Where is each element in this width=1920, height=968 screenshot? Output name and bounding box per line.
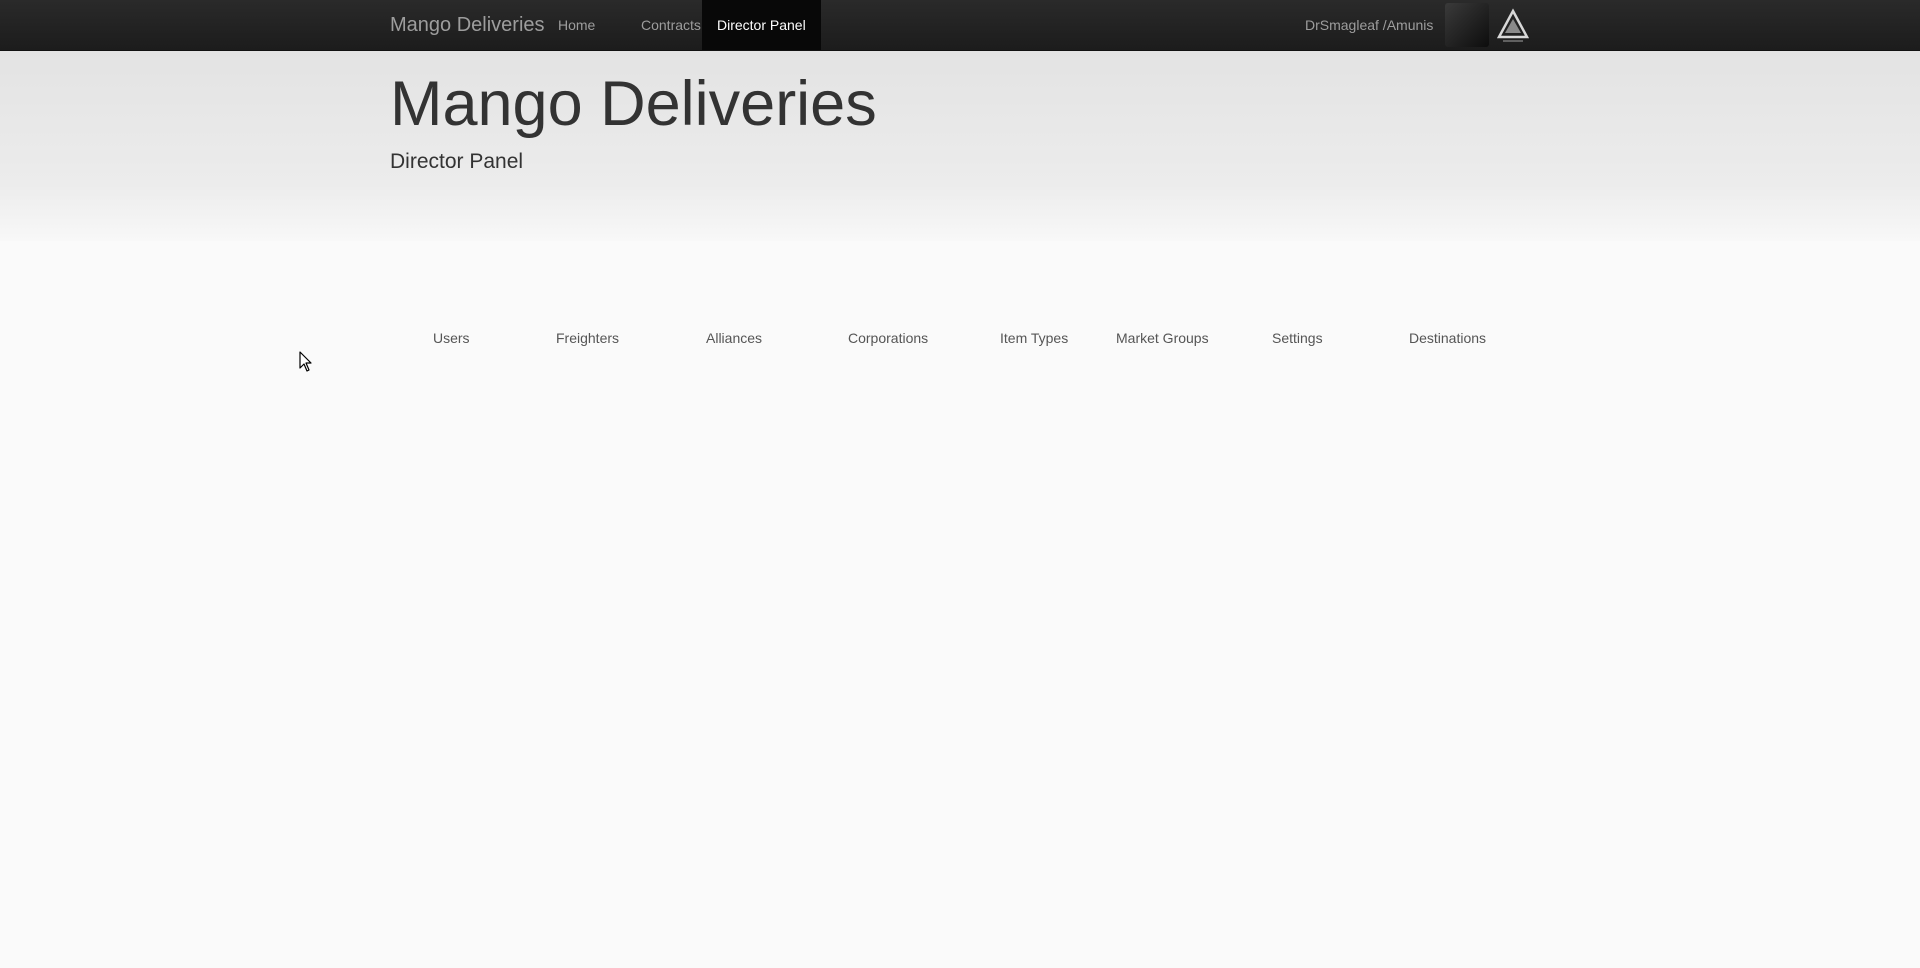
- mouse-cursor-icon: [299, 351, 312, 372]
- page-title: Mango Deliveries: [390, 69, 877, 139]
- tab-freighters[interactable]: Freighters: [556, 330, 619, 346]
- tab-settings[interactable]: Settings: [1272, 330, 1323, 346]
- user-name[interactable]: DrSmagleaf /Amunis: [1305, 0, 1433, 50]
- brand-link[interactable]: Mango Deliveries: [390, 0, 545, 50]
- tab-alliances[interactable]: Alliances: [706, 330, 762, 346]
- alliance-logo-icon: [1496, 8, 1530, 42]
- page-subtitle: Director Panel: [390, 150, 524, 173]
- nav-link-director-panel[interactable]: Director Panel: [702, 0, 821, 50]
- jumbotron-header: [0, 51, 1920, 241]
- tab-market-groups[interactable]: Market Groups: [1116, 330, 1209, 346]
- tab-item-types[interactable]: Item Types: [1000, 330, 1068, 346]
- tab-destinations[interactable]: Destinations: [1409, 330, 1486, 346]
- nav-link-home[interactable]: Home: [543, 0, 610, 50]
- top-navbar: Mango Deliveries Home Contracts Director…: [0, 0, 1920, 51]
- tab-corporations[interactable]: Corporations: [848, 330, 928, 346]
- user-avatar[interactable]: [1445, 3, 1489, 47]
- tab-users[interactable]: Users: [433, 330, 470, 346]
- navbar-container: Mango Deliveries Home Contracts Director…: [375, 0, 1545, 50]
